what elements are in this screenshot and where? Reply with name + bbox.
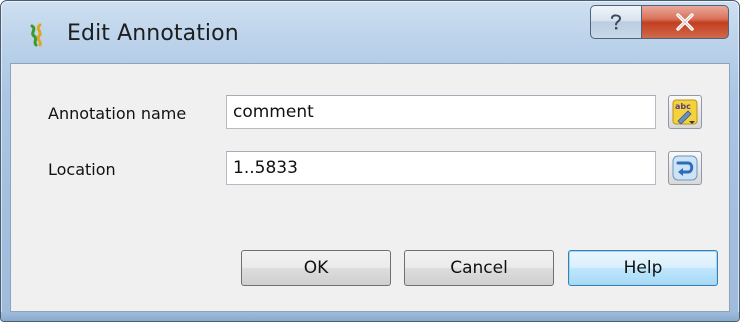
annotation-name-tool-button[interactable]: abc [668,95,702,129]
close-icon [676,13,694,31]
question-mark-icon [611,14,622,30]
dialog-content: Annotation name comment abc Location 1..… [10,63,730,312]
window-title: Edit Annotation [67,21,239,46]
window-bottom-border [1,312,739,321]
edit-annotation-dialog: Edit Annotation Annotation name comment … [0,0,740,322]
svg-text:abc: abc [675,102,691,111]
ok-button[interactable]: OK [241,250,391,286]
annotation-name-input[interactable]: comment [226,95,656,129]
location-input[interactable]: 1..5833 [226,151,656,185]
title-bar[interactable]: Edit Annotation [1,1,739,63]
location-label: Location [48,160,116,179]
location-tool-button[interactable] [668,151,702,185]
annotation-name-label: Annotation name [48,104,187,123]
cancel-button[interactable]: Cancel [404,250,554,286]
help-button[interactable]: Help [568,250,718,286]
help-caption-button[interactable] [590,5,642,39]
close-caption-button[interactable] [641,5,729,39]
reverse-complement-icon [672,155,698,181]
annotation-app-icon [30,23,42,47]
text-edit-abc-icon: abc [672,99,698,125]
